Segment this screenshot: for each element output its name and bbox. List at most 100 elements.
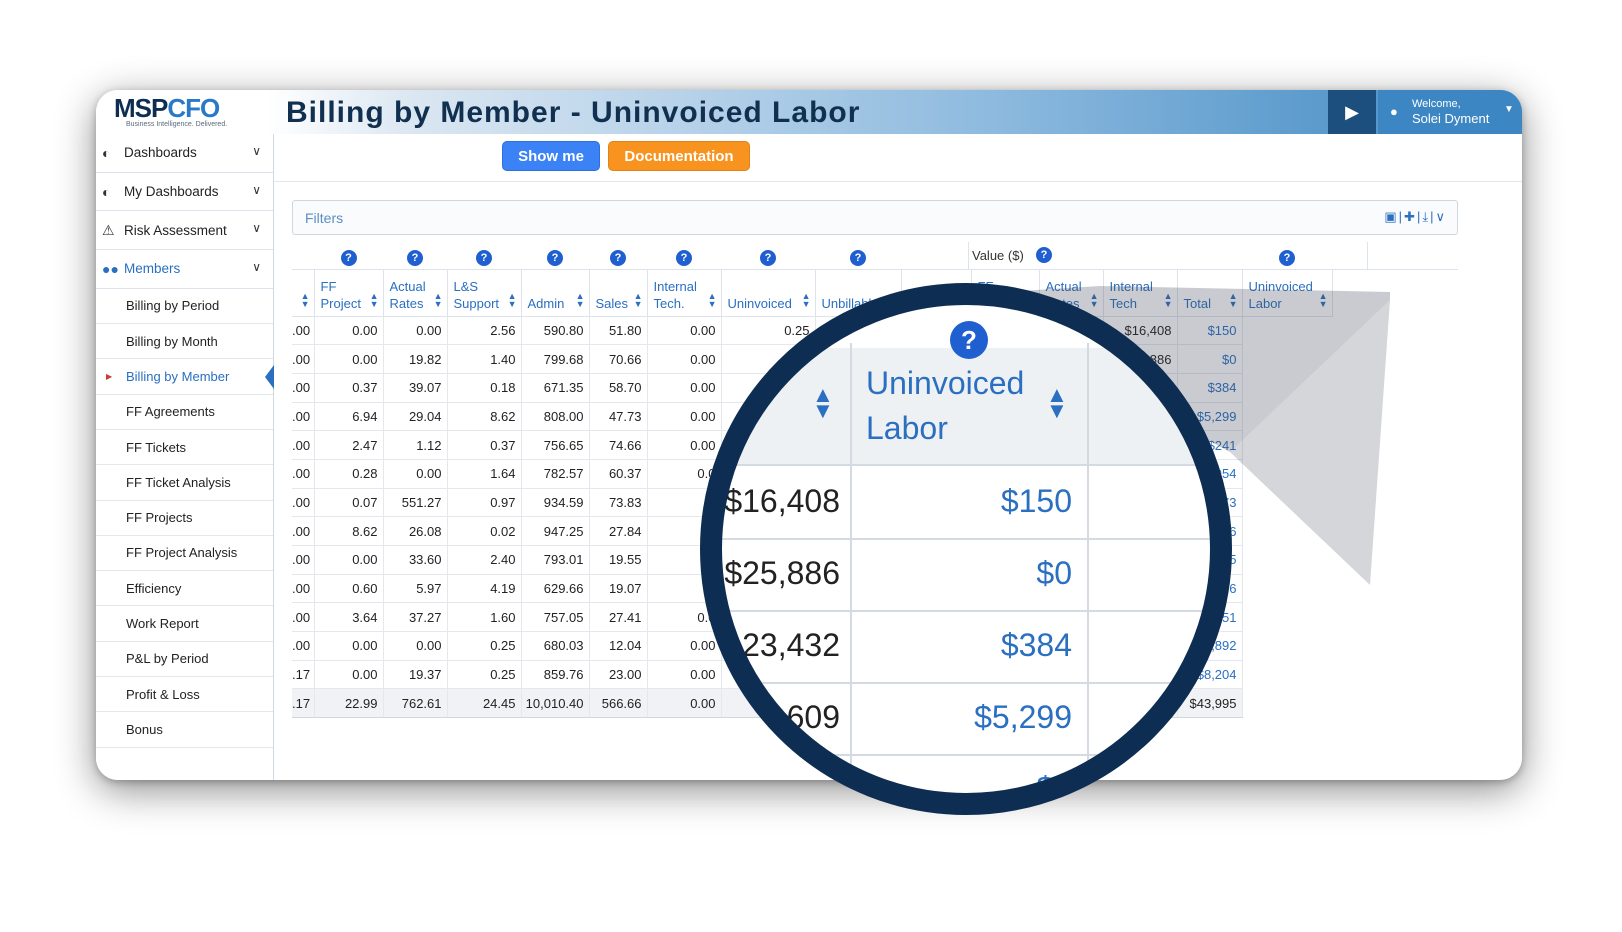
sort-icon[interactable]: ▲▼ xyxy=(434,291,443,308)
add-icon[interactable]: ✚ xyxy=(1404,209,1417,224)
logo-text: MSP xyxy=(114,93,168,123)
table-cell: 26.08 xyxy=(383,516,448,546)
help-icon[interactable]: ? xyxy=(610,250,626,266)
column-header-label: Internal Tech. xyxy=(653,278,697,311)
sort-icon[interactable]: ▲▼ xyxy=(508,291,517,308)
sort-icon[interactable]: ▲▼ xyxy=(301,291,310,308)
table-cell: 0.00 xyxy=(383,459,448,489)
table-cell: 0.37 xyxy=(314,373,384,403)
table-cell: 8.62 xyxy=(314,516,384,546)
help-icon[interactable]: ? xyxy=(1279,250,1295,266)
table-cell: 859.76 xyxy=(521,660,590,690)
sidebar-item-my-dashboards[interactable]: ◐ My Dashboards ∨ xyxy=(96,173,273,212)
table-cell: 762.61 xyxy=(383,688,448,719)
sidebar-subitem[interactable]: Work Report xyxy=(96,606,273,642)
sidebar-subitem-label: FF Agreements xyxy=(126,404,215,420)
table-cell: 37.27 xyxy=(383,602,448,633)
magnifier-labor-value[interactable]: $0 xyxy=(860,555,1072,592)
table-cell: 0.25 xyxy=(447,631,522,661)
sidebar-subitem[interactable]: ▶ Billing by Member xyxy=(96,359,274,395)
sort-icon[interactable]: ▲▼ xyxy=(370,291,379,308)
page-title: Billing by Member - Uninvoiced Labor xyxy=(286,96,861,129)
documentation-button[interactable]: Documentation xyxy=(608,141,750,171)
column-header[interactable]: ▲ ▼ xyxy=(292,270,315,317)
table-cell: 757.05 xyxy=(521,602,590,633)
sidebar-subitem[interactable]: FF Projects xyxy=(96,501,273,536)
magnifier-labor-value[interactable]: $5,299 xyxy=(860,699,1072,736)
help-icon[interactable]: ? xyxy=(340,250,357,266)
table-cell: 2.56 xyxy=(447,316,522,346)
sidebar-subitem[interactable]: P&L by Period xyxy=(96,642,273,678)
chevron-down-icon[interactable]: ∨ xyxy=(1435,209,1447,224)
magnifier-labor-value[interactable]: $150 xyxy=(860,483,1072,520)
play-icon: ▶ xyxy=(1345,101,1359,122)
table-cell: 629.66 xyxy=(521,574,590,604)
table-cell: 2.47 xyxy=(314,430,384,460)
help-icon[interactable]: ? xyxy=(476,250,492,266)
table-cell: .17 xyxy=(292,688,315,719)
user-menu[interactable]: ● Welcome, Solei Dyment ▼ xyxy=(1378,90,1522,134)
table-cell: 19.37 xyxy=(383,660,448,690)
logo[interactable]: MSPCFO Business Intelligence. Delivered. xyxy=(114,94,264,132)
sidebar-subitem[interactable]: FF Agreements xyxy=(96,395,273,430)
sidebar-subitem-label: Bonus xyxy=(126,721,163,737)
sidebar-item-members[interactable]: ●● Members ∨ xyxy=(96,250,273,289)
column-header[interactable]: L&S Support? ▲ ▼ xyxy=(447,250,522,317)
help-icon[interactable]: ? xyxy=(1036,247,1052,263)
column-header[interactable]: Admin? ▲ ▼ xyxy=(521,250,590,317)
group-value-label: Value ($) xyxy=(972,248,1024,263)
help-icon[interactable]: ? xyxy=(850,250,866,266)
sort-icon[interactable]: ▲▼ xyxy=(1319,291,1328,308)
magnifier-labor-value[interactable]: $3 xyxy=(1000,770,1072,807)
sort-icon[interactable]: ▲▼ xyxy=(812,384,834,422)
sidebar-subitem-label: FF Project Analysis xyxy=(126,545,238,561)
sidebar-subitem[interactable]: Billing by Month xyxy=(96,324,273,360)
help-icon[interactable]: ? xyxy=(950,321,988,359)
table-cell: 39.07 xyxy=(383,373,448,403)
column-header[interactable]: Sales? ▲ ▼ xyxy=(589,250,648,317)
sidebar-subitem[interactable]: Profit & Loss xyxy=(96,677,273,713)
help-icon[interactable]: ? xyxy=(760,250,776,266)
filters-panel[interactable]: Filters ▣|✚|⤓|∨ xyxy=(292,200,1458,235)
sidebar-subitem[interactable]: FF Ticket Analysis xyxy=(96,465,273,501)
table-cell: 1.12 xyxy=(383,430,448,460)
column-header[interactable]: Actual Rates? ▲ ▼ xyxy=(383,250,448,317)
help-icon[interactable]: ? xyxy=(676,250,692,266)
table-cell: .00 xyxy=(292,488,315,518)
sidebar-item-risk-assessment[interactable]: ⚠ Risk Assessment ∨ xyxy=(96,211,273,251)
column-header[interactable]: Uninvoiced Labor? ▲ ▼ xyxy=(1242,250,1333,317)
help-icon[interactable]: ? xyxy=(407,250,423,266)
magnifier-header-label: Uninvoiced xyxy=(866,365,1025,401)
table-cell: 566.66 xyxy=(589,688,648,719)
table-cell: 934.59 xyxy=(521,488,590,518)
table-cell: 4.19 xyxy=(447,574,522,604)
table-cell: 793.01 xyxy=(521,545,590,575)
chevron-down-icon: ∨ xyxy=(252,260,261,275)
table-cell: 0.02 xyxy=(447,516,522,546)
column-header[interactable]: FF Project? ▲ ▼ xyxy=(314,250,384,317)
sidebar-item-dashboards[interactable]: ◐ Dashboards ∨ xyxy=(96,134,273,173)
table-cell: 1.60 xyxy=(447,602,522,633)
table-cell: 3.64 xyxy=(314,602,384,633)
sidebar-subitem[interactable]: Efficiency xyxy=(96,571,273,607)
magnifier-labor-value[interactable]: $384 xyxy=(860,627,1072,664)
sort-icon[interactable]: ▲▼ xyxy=(1046,384,1068,422)
table-cell: 808.00 xyxy=(521,402,590,432)
sidebar-subitem[interactable]: Bonus xyxy=(96,712,273,748)
filter-tools[interactable]: ▣|✚|⤓|∨ xyxy=(1384,209,1447,225)
table-cell: 0.60 xyxy=(314,574,384,604)
sidebar-subitem[interactable]: FF Project Analysis xyxy=(96,536,273,572)
table-cell: .00 xyxy=(292,602,315,633)
user-welcome: Welcome, xyxy=(1412,98,1461,110)
magnifier-row-line xyxy=(700,754,1232,756)
play-button[interactable]: ▶ xyxy=(1328,90,1376,134)
show-me-button[interactable]: Show me xyxy=(502,141,600,171)
download-icon[interactable]: ⤓ xyxy=(1422,209,1430,224)
sidebar-subitem[interactable]: FF Tickets xyxy=(96,430,273,466)
sidebar-subitem[interactable]: Billing by Period xyxy=(96,289,273,325)
sort-icon[interactable]: ▲▼ xyxy=(634,291,643,308)
help-icon[interactable]: ? xyxy=(547,250,563,266)
chevron-down-icon: ∨ xyxy=(252,182,261,197)
sort-icon[interactable]: ▲▼ xyxy=(576,291,585,308)
save-icon[interactable]: ▣ xyxy=(1384,209,1398,224)
